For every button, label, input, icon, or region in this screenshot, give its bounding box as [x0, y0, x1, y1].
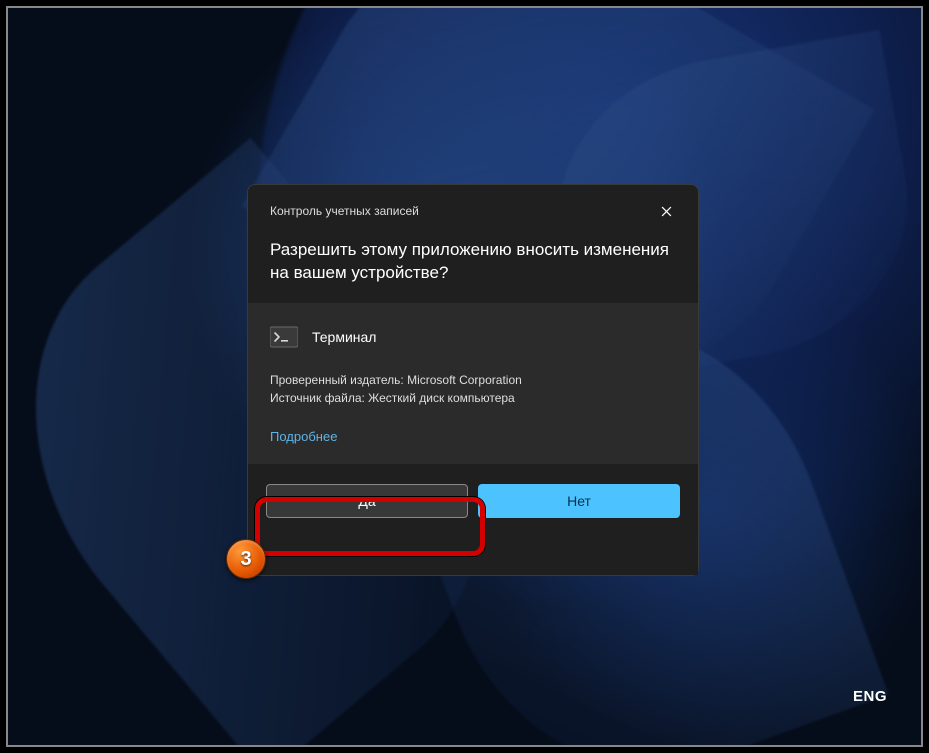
show-more-link[interactable]: Подробнее — [270, 429, 337, 444]
uac-button-row: Да Нет — [248, 464, 698, 575]
publisher-line: Проверенный издатель: Microsoft Corporat… — [270, 371, 676, 389]
yes-button[interactable]: Да — [266, 484, 468, 518]
close-icon — [661, 206, 672, 217]
source-line: Источник файла: Жесткий диск компьютера — [270, 389, 676, 407]
no-button[interactable]: Нет — [478, 484, 680, 518]
terminal-icon — [270, 325, 298, 349]
desktop-frame: Контроль учетных записей Разрешить этому… — [6, 6, 923, 747]
uac-info-panel: Терминал Проверенный издатель: Microsoft… — [248, 303, 698, 464]
source-label: Источник файла: — [270, 391, 365, 405]
uac-header: Контроль учетных записей — [248, 185, 698, 233]
language-indicator[interactable]: ENG — [853, 688, 887, 705]
uac-dialog: Контроль учетных записей Разрешить этому… — [247, 184, 699, 576]
uac-title: Контроль учетных записей — [270, 204, 419, 218]
app-name: Терминал — [312, 329, 376, 345]
source-value: Жесткий диск компьютера — [368, 391, 515, 405]
uac-question: Разрешить этому приложению вносить измен… — [248, 233, 698, 303]
publisher-label: Проверенный издатель: — [270, 373, 404, 387]
close-button[interactable] — [650, 197, 682, 225]
publisher-value: Microsoft Corporation — [407, 373, 522, 387]
app-row: Терминал — [270, 325, 676, 349]
